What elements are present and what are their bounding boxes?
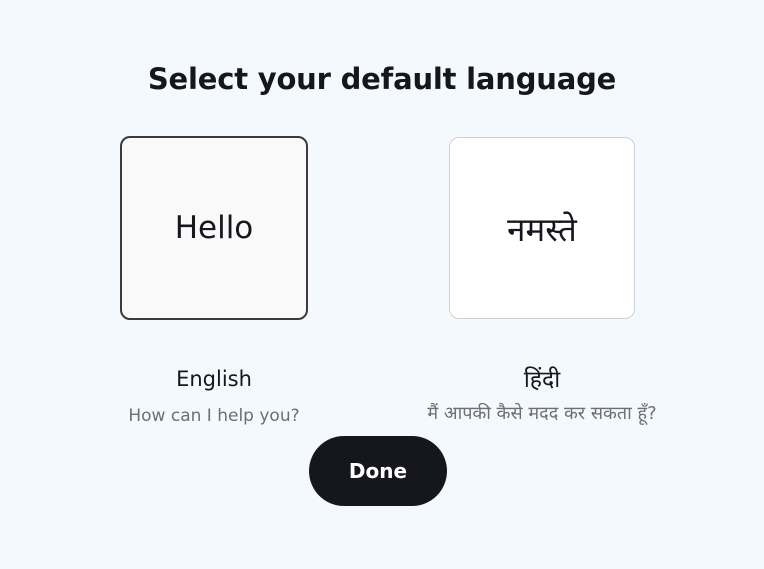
language-card-hindi[interactable]: नमस्ते	[449, 137, 635, 319]
language-name-english: English	[176, 367, 252, 391]
page-title: Select your default language	[147, 62, 617, 96]
done-button[interactable]: Done	[309, 436, 447, 506]
language-name-hindi: हिंदी	[523, 367, 561, 393]
language-card-english[interactable]: Hello	[120, 136, 308, 320]
greeting-hindi: नमस्ते	[507, 209, 577, 249]
greeting-english: Hello	[174, 210, 254, 246]
language-subtitle-english: How can I help you?	[128, 406, 300, 426]
language-subtitle-hindi: मैं आपकी कैसे मदद कर सकता हूँ?	[427, 403, 657, 424]
